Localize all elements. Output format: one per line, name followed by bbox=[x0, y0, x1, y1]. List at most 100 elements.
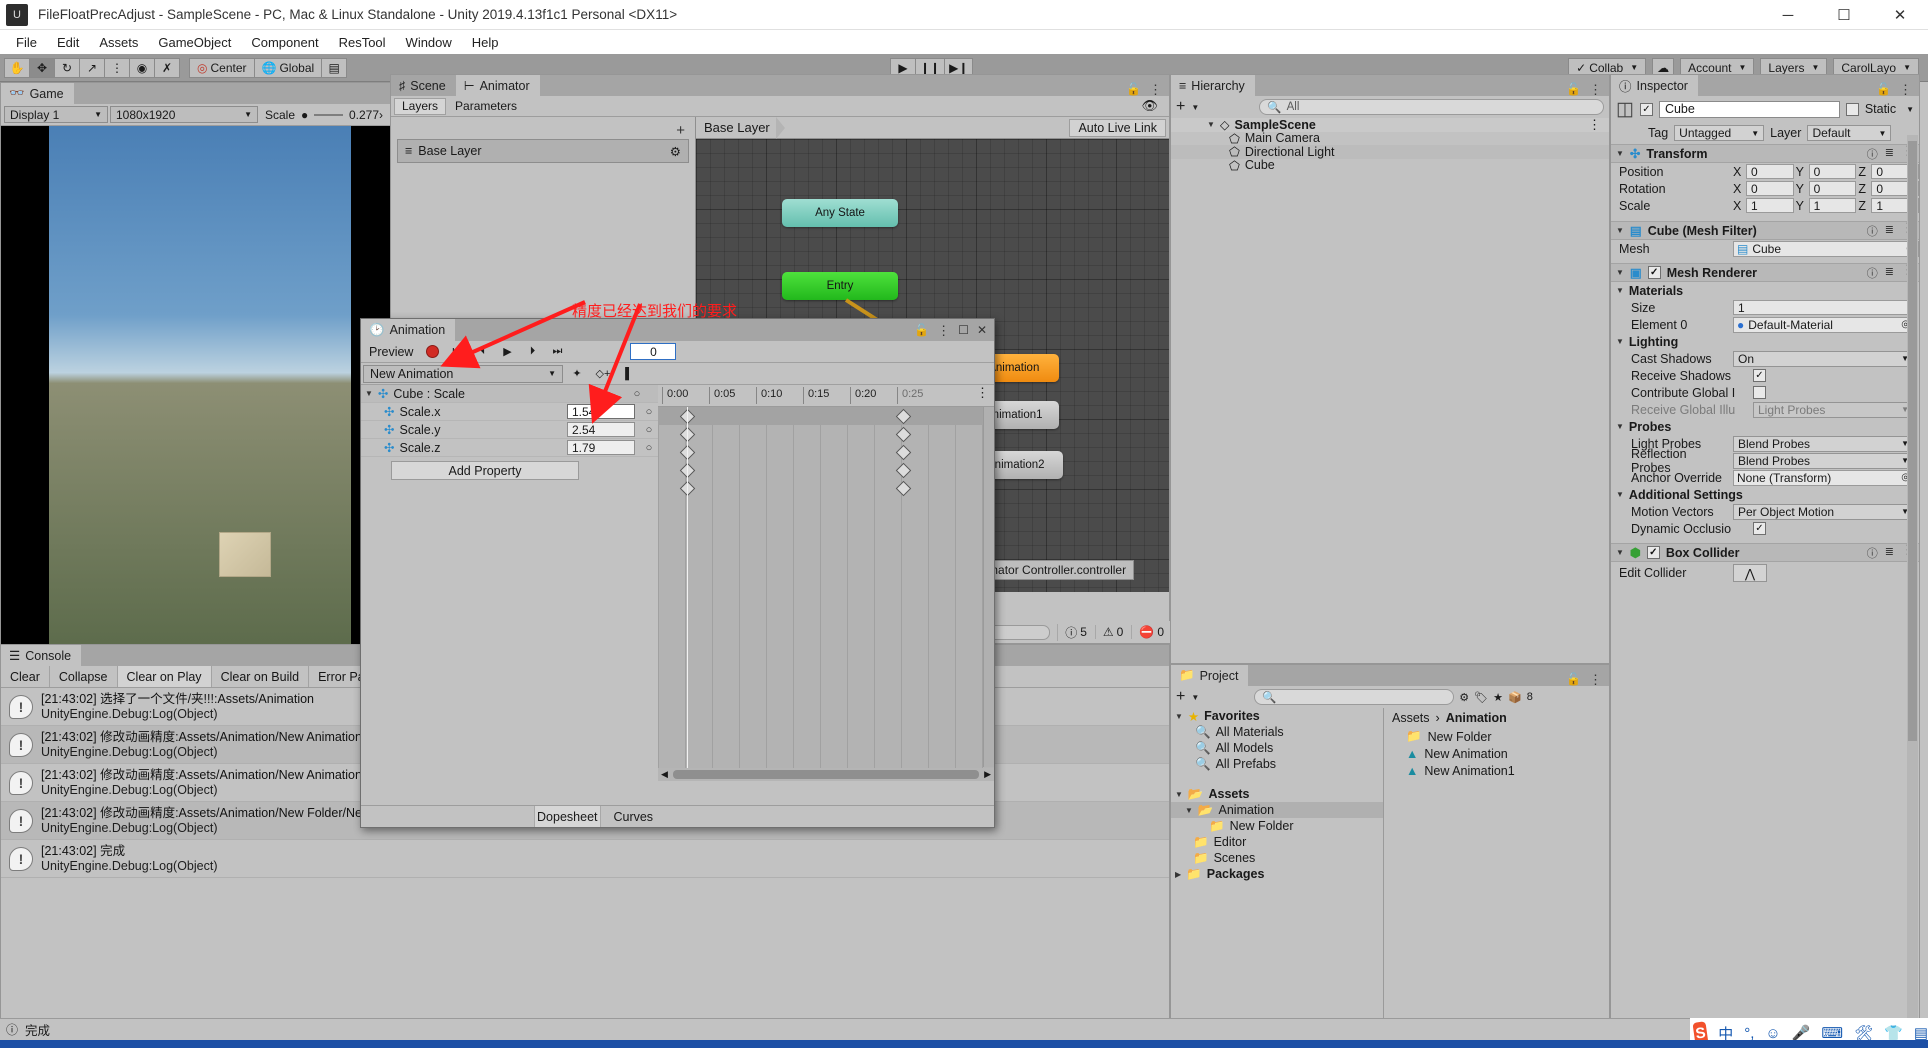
chevron-down-icon[interactable]: ▼ bbox=[365, 389, 373, 398]
lock-icon[interactable]: 🔓 bbox=[914, 323, 929, 337]
last-keyframe-button[interactable]: ⏭ bbox=[545, 343, 569, 361]
position-y-input[interactable]: 0 bbox=[1808, 164, 1857, 179]
kebab-menu-icon[interactable]: ⋮ bbox=[1589, 673, 1602, 686]
console-warning-count[interactable]: ⚠ 0 bbox=[1094, 625, 1130, 639]
chevron-down-icon[interactable]: ▼ bbox=[1616, 548, 1624, 557]
previous-keyframe-button[interactable]: ⏴ bbox=[470, 343, 494, 361]
console-row[interactable]: ! [21:43:02] 完成 UnityEngine.Debug:Log(Ob… bbox=[1, 840, 1169, 878]
preset-icon[interactable]: ≣ bbox=[1885, 223, 1894, 239]
keyframe-diamond[interactable] bbox=[895, 462, 912, 479]
property-row-scale-x[interactable]: ✣ Scale.x 1.54 ○ bbox=[361, 403, 658, 421]
additional-settings-foldout[interactable]: ▼ Additional Settings bbox=[1611, 486, 1919, 503]
project-item-favorites[interactable]: ▼ ★ Favorites bbox=[1171, 708, 1383, 724]
close-icon[interactable]: ✕ bbox=[977, 323, 987, 337]
probes-foldout[interactable]: ▼ Probes bbox=[1611, 418, 1919, 435]
scroll-left-icon[interactable]: ◀ bbox=[658, 769, 671, 780]
eye-icon[interactable]: 👁 bbox=[1141, 98, 1166, 114]
collapse-button[interactable]: Collapse bbox=[50, 666, 118, 687]
animation-timeline[interactable]: 0:00 0:05 0:10 0:15 0:20 0:25 ⋮ ◀ ▶ bbox=[658, 385, 994, 781]
dynamic-occlusion-checkbox[interactable]: ✓ bbox=[1753, 522, 1766, 535]
asset-item-new-folder[interactable]: 📁 New Folder bbox=[1384, 728, 1609, 745]
add-keyframe-button[interactable]: ✦ bbox=[565, 365, 589, 383]
preset-icon[interactable]: ≣ bbox=[1885, 545, 1894, 561]
component-header-mesh-renderer[interactable]: ▼ ▣ ✓ Mesh Renderer ⓘ ≣ ⋮ bbox=[1611, 263, 1919, 282]
lock-icon[interactable]: 🔓 bbox=[1566, 672, 1581, 686]
keyframe-diamond[interactable] bbox=[895, 444, 912, 461]
state-entry[interactable]: Entry bbox=[782, 272, 898, 300]
timeline-horizontal-scrollbar[interactable]: ◀ ▶ bbox=[658, 768, 994, 781]
project-item-all-materials[interactable]: 🔍 All Materials bbox=[1171, 724, 1383, 740]
help-icon[interactable]: ⓘ bbox=[1867, 545, 1878, 561]
rotation-y-input[interactable]: 0 bbox=[1808, 181, 1857, 196]
project-search-input[interactable]: 🔍 bbox=[1254, 689, 1455, 705]
hierarchy-item-cube[interactable]: ⬠ Cube bbox=[1171, 158, 1609, 173]
tab-console[interactable]: ☰ Console bbox=[1, 645, 82, 666]
console-error-count[interactable]: ⛔ 0 bbox=[1131, 625, 1171, 639]
chevron-down-icon[interactable]: ▼ bbox=[1185, 806, 1193, 815]
mesh-renderer-enabled-checkbox[interactable]: ✓ bbox=[1647, 266, 1661, 279]
preview-button[interactable]: Preview bbox=[363, 345, 419, 359]
property-row-scale-y[interactable]: ✣ Scale.y 2.54 ○ bbox=[361, 421, 658, 439]
tab-hierarchy[interactable]: ≡ Hierarchy bbox=[1171, 75, 1255, 96]
add-layer-button[interactable]: + bbox=[676, 122, 685, 139]
project-item-scenes[interactable]: 📁 Scenes bbox=[1171, 850, 1383, 866]
materials-foldout[interactable]: ▼ Materials bbox=[1611, 282, 1919, 299]
kebab-menu-icon[interactable]: ⋮ bbox=[1589, 83, 1602, 96]
project-item-all-prefabs[interactable]: 🔍 All Prefabs bbox=[1171, 756, 1383, 772]
chevron-down-icon[interactable]: ▼ bbox=[1616, 226, 1624, 235]
chevron-down-icon[interactable]: ▼ bbox=[1616, 490, 1624, 499]
element0-object-field[interactable]: ● Default-Material ◎ bbox=[1733, 316, 1914, 333]
preset-icon[interactable]: ≣ bbox=[1885, 265, 1894, 281]
tab-animator[interactable]: ⊢ Animator bbox=[455, 75, 540, 96]
kebab-menu-icon[interactable]: ⋮ bbox=[1899, 83, 1912, 96]
menu-assets[interactable]: Assets bbox=[89, 32, 148, 53]
contribute-gi-checkbox[interactable] bbox=[1753, 386, 1766, 399]
component-header-transform[interactable]: ▼ ✣ Transform ⓘ ≣ ⋮ bbox=[1611, 144, 1919, 163]
dope-summary-row[interactable] bbox=[658, 407, 994, 425]
timeline-ruler[interactable]: 0:00 0:05 0:10 0:15 0:20 0:25 ⋮ bbox=[658, 385, 994, 407]
menu-component[interactable]: Component bbox=[241, 32, 328, 53]
anchor-override-field[interactable]: None (Transform) ◎ bbox=[1733, 469, 1914, 486]
inspector-scrollbar[interactable] bbox=[1907, 135, 1918, 1046]
slider-handle-icon[interactable]: ● bbox=[301, 108, 308, 122]
box-collider-enabled-checkbox[interactable]: ✓ bbox=[1646, 546, 1660, 559]
asset-item-new-animation1[interactable]: ▲ New Animation1 bbox=[1384, 762, 1609, 779]
rect-tool-button[interactable]: ⋮ bbox=[104, 57, 130, 78]
tab-project[interactable]: 📁 Project bbox=[1171, 665, 1249, 686]
chevron-down-icon[interactable]: ▼ bbox=[1906, 105, 1914, 114]
maximize-icon[interactable]: ☐ bbox=[958, 323, 969, 337]
filter-by-label-icon[interactable]: 🏷 bbox=[1474, 691, 1488, 704]
cast-shadows-dropdown[interactable]: On ▼ bbox=[1733, 350, 1914, 367]
add-property-button[interactable]: Add Property bbox=[391, 461, 579, 480]
auto-live-link-button[interactable]: Auto Live Link bbox=[1069, 118, 1166, 137]
menu-restool[interactable]: ResTool bbox=[329, 32, 396, 53]
clear-button[interactable]: Clear bbox=[1, 666, 50, 687]
scroll-right-icon[interactable]: ▶ bbox=[981, 769, 994, 780]
play-animation-button[interactable]: ▶ bbox=[495, 343, 519, 361]
object-enabled-checkbox[interactable]: ✓ bbox=[1639, 102, 1653, 116]
menu-window[interactable]: Window bbox=[396, 32, 462, 53]
project-item-editor[interactable]: 📁 Editor bbox=[1171, 834, 1383, 850]
chevron-down-icon[interactable]: ▼ bbox=[1616, 337, 1624, 346]
kebab-menu-icon[interactable]: ⋮ bbox=[1149, 83, 1162, 96]
rotate-tool-button[interactable]: ↻ bbox=[54, 57, 80, 78]
chevron-right-icon[interactable]: ▶ bbox=[1175, 870, 1181, 879]
property-value-input[interactable]: 1.79 bbox=[567, 440, 635, 455]
project-item-animation[interactable]: ▼ 📂 Animation bbox=[1171, 802, 1383, 818]
scale-slider[interactable]: Scale ● 0.277› bbox=[260, 106, 388, 123]
breadcrumb-base-layer[interactable]: Base Layer bbox=[704, 120, 770, 135]
tag-dropdown[interactable]: Untagged ▼ bbox=[1674, 125, 1765, 141]
hierarchy-search-input[interactable]: 🔍 All bbox=[1259, 99, 1604, 115]
project-tree[interactable]: ▼ ★ Favorites 🔍 All Materials 🔍 All Mode… bbox=[1171, 708, 1384, 1035]
property-value-input[interactable]: 2.54 bbox=[567, 422, 635, 437]
transform-tool-button[interactable]: ◉ bbox=[129, 57, 155, 78]
close-button[interactable]: ✕ bbox=[1872, 0, 1928, 30]
breadcrumb-animation[interactable]: Animation bbox=[1446, 711, 1507, 725]
tab-animation[interactable]: 🕑 Animation bbox=[361, 319, 456, 341]
keyframe-toggle-icon[interactable]: ○ bbox=[640, 406, 658, 418]
rotation-x-input[interactable]: 0 bbox=[1746, 181, 1794, 196]
dopesheet-area[interactable] bbox=[658, 407, 994, 781]
create-asset-button[interactable]: + ▼ bbox=[1176, 688, 1199, 706]
size-input[interactable]: 1 bbox=[1733, 300, 1914, 315]
tab-inspector[interactable]: ⓘ Inspector bbox=[1611, 75, 1698, 96]
